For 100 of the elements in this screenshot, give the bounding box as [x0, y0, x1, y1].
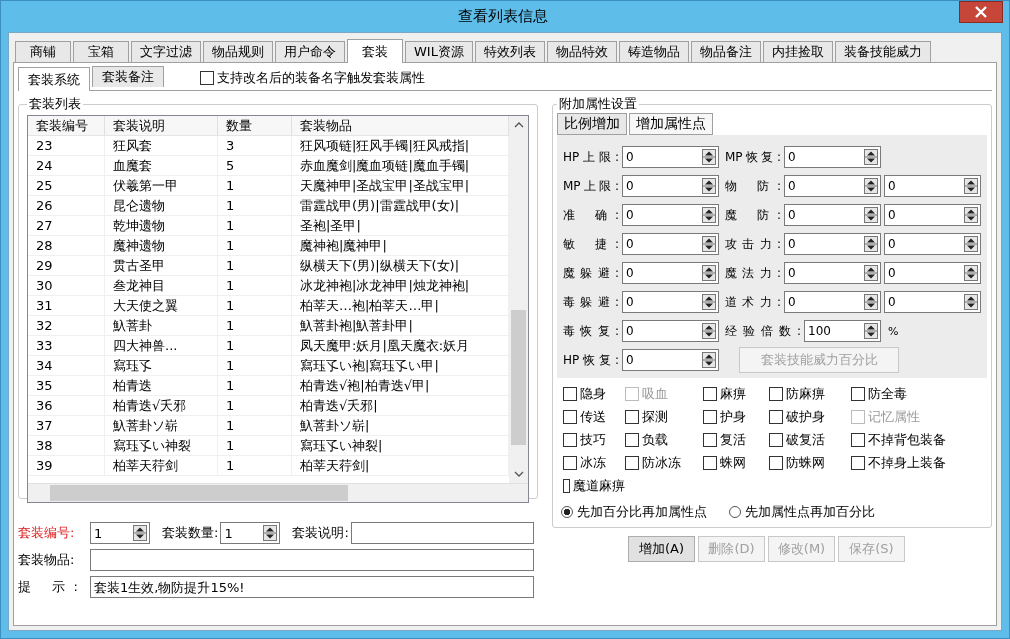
- tab[interactable]: 套装备注: [92, 66, 164, 87]
- tab[interactable]: WIL资源: [405, 41, 473, 62]
- spin-buttons-icon[interactable]: [864, 149, 878, 165]
- spin-buttons-icon[interactable]: [702, 323, 716, 339]
- tab[interactable]: 物品特效: [546, 41, 617, 62]
- table-cell: 伏羲第一甲: [105, 176, 218, 196]
- spin-field[interactable]: 0: [884, 291, 981, 313]
- tab[interactable]: 宝箱: [73, 41, 129, 62]
- spin-buttons-icon[interactable]: [864, 207, 878, 223]
- tab[interactable]: 特效列表: [474, 41, 545, 62]
- spin-field[interactable]: 0: [622, 291, 719, 313]
- tab[interactable]: 套装系统: [18, 67, 90, 91]
- tab[interactable]: 套装: [347, 39, 403, 63]
- table-cell: 昆仑遗物: [105, 196, 218, 216]
- spin-field[interactable]: 0: [622, 204, 719, 226]
- spin-buttons-icon[interactable]: [864, 323, 878, 339]
- checkbox[interactable]: 护身: [703, 407, 769, 426]
- checkbox[interactable]: 负载: [625, 430, 703, 449]
- spin-buttons-icon[interactable]: [702, 265, 716, 281]
- tab[interactable]: 内挂捡取: [762, 41, 833, 62]
- spin-buttons-icon[interactable]: [702, 352, 716, 368]
- input-field[interactable]: [90, 549, 534, 571]
- tab[interactable]: 装备技能威力: [834, 41, 931, 62]
- checkbox[interactable]: 破护身: [769, 407, 851, 426]
- scroll-up-icon[interactable]: [513, 122, 524, 128]
- scroll-down-icon[interactable]: [513, 471, 524, 477]
- spin-field[interactable]: 0: [784, 233, 881, 255]
- spin-buttons-icon[interactable]: [964, 207, 978, 223]
- table-cell: 魞菩卦袍|魞菩卦甲|: [292, 316, 509, 336]
- action-button[interactable]: 增加(A): [628, 536, 695, 562]
- checkbox[interactable]: 支持改名后的装备名字触发套装属性: [200, 69, 425, 87]
- spin-field[interactable]: 0: [622, 175, 719, 197]
- input-field[interactable]: 套装1生效,物防提升15%!: [90, 576, 534, 598]
- spin-buttons-icon[interactable]: [702, 149, 716, 165]
- checkbox[interactable]: 防冰冻: [625, 453, 703, 472]
- tab[interactable]: 文字过滤: [131, 41, 201, 62]
- checkbox[interactable]: 传送: [563, 407, 625, 426]
- tab[interactable]: 物品规则: [203, 41, 273, 62]
- spin-buttons-icon[interactable]: [702, 178, 716, 194]
- spin-field[interactable]: 0: [884, 262, 981, 284]
- checkbox[interactable]: 冰冻: [563, 453, 625, 472]
- spin-buttons-icon[interactable]: [964, 178, 978, 194]
- column-header[interactable]: 数量: [218, 116, 292, 136]
- column-header[interactable]: 套装说明: [105, 116, 218, 136]
- spin-field[interactable]: 0: [884, 204, 981, 226]
- spin-field[interactable]: 0: [622, 146, 719, 168]
- tab[interactable]: 增加属性点: [629, 113, 713, 135]
- spin-field[interactable]: 0: [784, 204, 881, 226]
- checkbox[interactable]: 防麻痹: [769, 384, 851, 403]
- checkbox[interactable]: 复活: [703, 430, 769, 449]
- spin-buttons-icon[interactable]: [964, 294, 978, 310]
- tab[interactable]: 用户命令: [275, 41, 345, 62]
- checkbox[interactable]: 防全毒: [851, 384, 971, 403]
- column-header[interactable]: 套装物品: [292, 116, 509, 136]
- spin-buttons-icon[interactable]: [702, 207, 716, 223]
- spin-field[interactable]: 0: [884, 175, 981, 197]
- checkbox[interactable]: 探测: [625, 407, 703, 426]
- spin-buttons-icon[interactable]: [133, 525, 147, 541]
- checkbox[interactable]: 防蛛网: [769, 453, 851, 472]
- checkbox[interactable]: 蛛网: [703, 453, 769, 472]
- radio-button[interactable]: 先加属性点再加百分比: [729, 503, 875, 521]
- spin-buttons-icon[interactable]: [864, 265, 878, 281]
- tab[interactable]: 铸造物品: [618, 41, 689, 62]
- spin-field[interactable]: 0: [622, 320, 719, 342]
- spin-field[interactable]: 0: [784, 146, 881, 168]
- spin-buttons-icon[interactable]: [964, 236, 978, 252]
- checkbox[interactable]: 不掉背包装备: [851, 430, 971, 449]
- checkbox[interactable]: 麻痹: [703, 384, 769, 403]
- spin-field[interactable]: 0: [622, 349, 719, 371]
- spin-buttons-icon[interactable]: [864, 294, 878, 310]
- checkbox[interactable]: 破复活: [769, 430, 851, 449]
- tab[interactable]: 物品备注: [690, 41, 761, 62]
- spin-field[interactable]: 0: [784, 175, 881, 197]
- spin-buttons-icon[interactable]: [702, 294, 716, 310]
- spin-field[interactable]: 1: [90, 522, 150, 544]
- spin-field[interactable]: 100: [804, 320, 881, 342]
- spin-field[interactable]: 0: [622, 262, 719, 284]
- spin-field[interactable]: 0: [622, 233, 719, 255]
- vertical-scrollbar[interactable]: [509, 116, 528, 483]
- checkbox[interactable]: 技巧: [563, 430, 625, 449]
- checkbox[interactable]: 魔道麻痹: [563, 476, 625, 495]
- tab[interactable]: 商铺: [15, 41, 71, 62]
- close-button[interactable]: [959, 1, 1003, 23]
- spin-buttons-icon[interactable]: [263, 525, 278, 541]
- input-field[interactable]: [350, 522, 534, 544]
- horizontal-scrollbar[interactable]: [28, 483, 528, 502]
- spin-buttons-icon[interactable]: [702, 236, 716, 252]
- spin-buttons-icon[interactable]: [964, 265, 978, 281]
- column-header[interactable]: 套装编号: [28, 116, 105, 136]
- spin-field[interactable]: 0: [784, 291, 881, 313]
- spin-field[interactable]: 1: [220, 522, 281, 544]
- radio-button[interactable]: 先加百分比再加属性点: [561, 503, 707, 521]
- checkbox[interactable]: 隐身: [563, 384, 625, 403]
- tab[interactable]: 比例增加: [557, 113, 627, 135]
- spin-buttons-icon[interactable]: [864, 178, 878, 194]
- spin-buttons-icon[interactable]: [864, 236, 878, 252]
- checkbox[interactable]: 不掉身上装备: [851, 453, 971, 472]
- spin-field[interactable]: 0: [884, 233, 981, 255]
- spin-field[interactable]: 0: [784, 262, 881, 284]
- field-label: 提 示:: [18, 578, 78, 596]
